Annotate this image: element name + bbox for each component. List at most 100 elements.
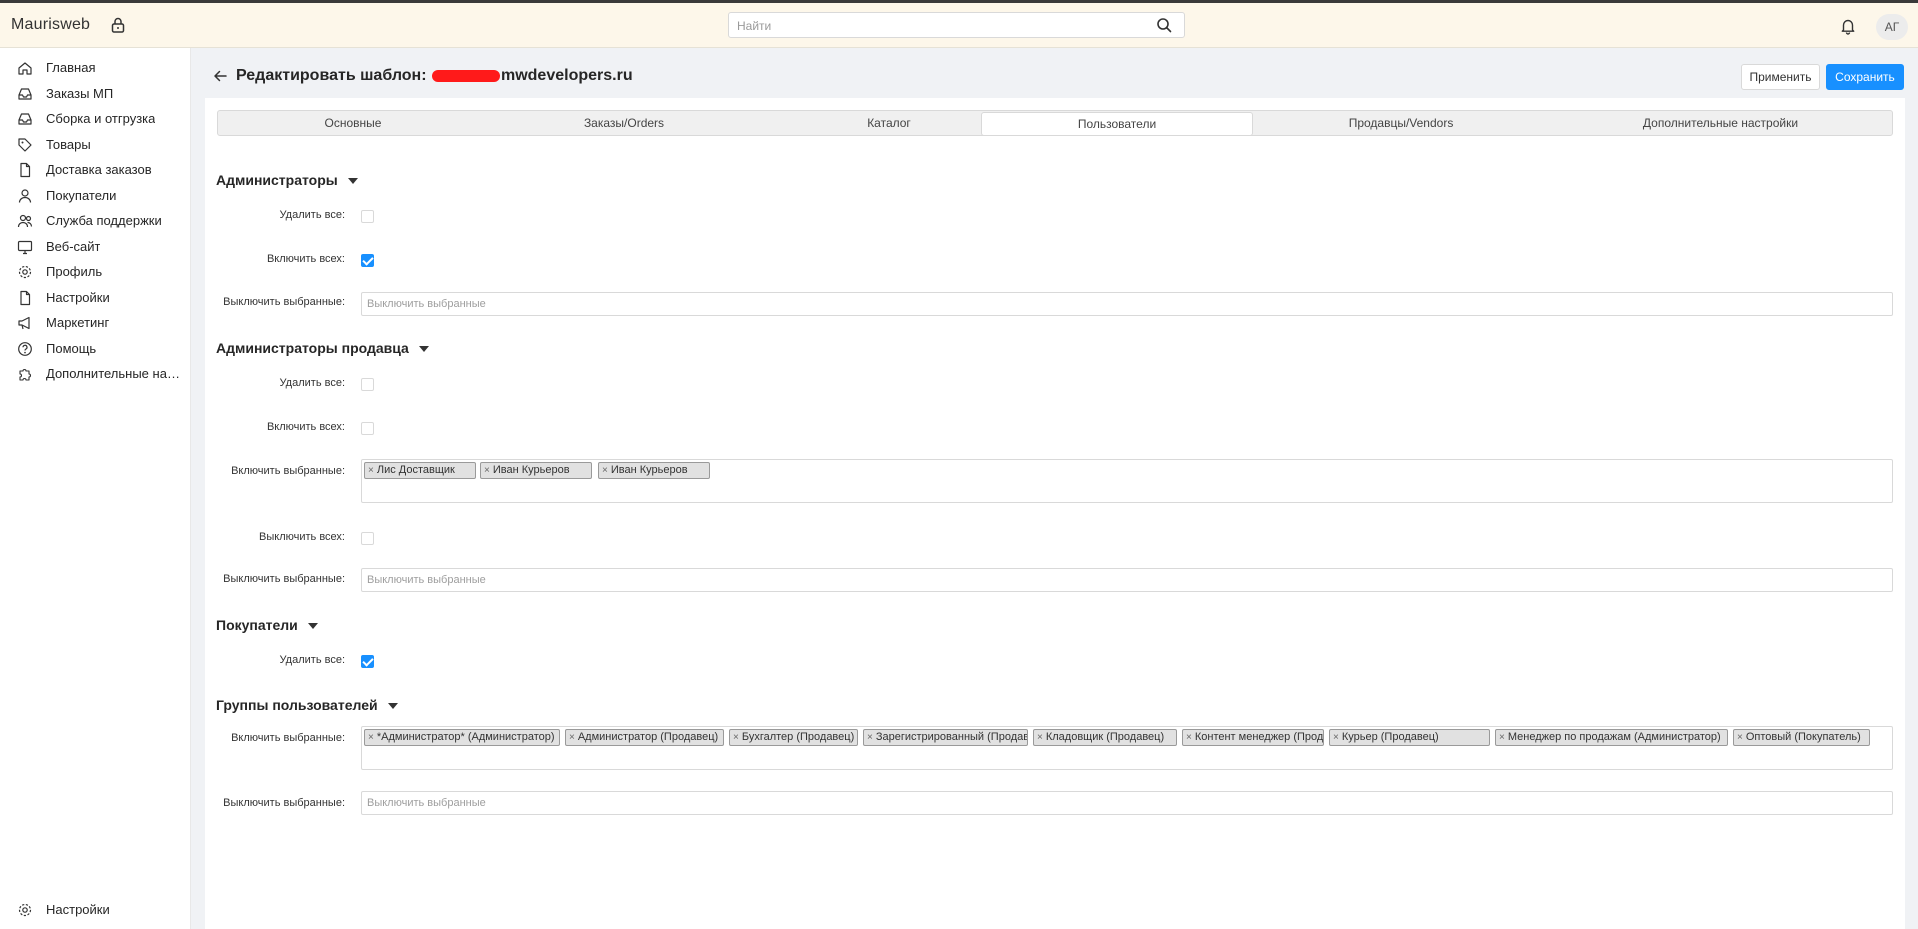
sidebar-item-settings-bottom[interactable]: Настройки	[0, 898, 190, 922]
search-input[interactable]	[735, 14, 1139, 38]
vendor-admins-delete-all-checkbox[interactable]	[361, 378, 374, 391]
page-title-prefix: Редактировать шаблон:	[236, 67, 431, 84]
admins-enable-all-label: Включить всех:	[266, 253, 345, 265]
tab-6[interactable]: Дополнительные настройки	[1549, 112, 1892, 134]
admins-enable-all-checkbox[interactable]	[361, 254, 374, 267]
section-admins-label: Администраторы	[216, 172, 338, 188]
redacted-mark	[431, 69, 500, 82]
remove-tag-icon[interactable]: ×	[602, 465, 608, 476]
vendor-admins-enable-all-checkbox[interactable]	[361, 422, 374, 435]
tab-2[interactable]: Заказы/Orders	[488, 112, 760, 134]
sidebar-item-6[interactable]: Покупатели	[0, 184, 190, 208]
sidebar-item-label: Главная	[46, 60, 96, 75]
search-box	[728, 12, 1185, 38]
gear-icon	[17, 264, 33, 280]
remove-tag-icon[interactable]: ×	[484, 465, 490, 476]
selected-tag: ×Контент менеджер (Продавец)	[1182, 729, 1324, 746]
tab-1[interactable]: Основные	[218, 112, 488, 134]
remove-tag-icon[interactable]: ×	[1333, 732, 1339, 743]
remove-tag-icon[interactable]: ×	[569, 732, 575, 743]
section-user-groups-title[interactable]: Группы пользователей	[216, 697, 398, 713]
sidebar-item-5[interactable]: Доставка заказов	[0, 158, 190, 182]
bell-icon[interactable]	[1839, 17, 1857, 35]
back-arrow-icon[interactable]	[212, 68, 228, 84]
vendor-admins-disable-all-label: Выключить всех:	[259, 531, 345, 543]
vendor-admins-disable-selected-label: Выключить выбранные:	[223, 573, 345, 585]
user-groups-enable-selected-select[interactable]: × *Администратор* (Администратор) × Админис…	[361, 726, 1893, 770]
sidebar-item-4[interactable]: Товары	[0, 133, 190, 157]
section-vendor-admins-label: Администраторы продавца	[216, 340, 409, 356]
remove-tag-icon[interactable]: ×	[1737, 732, 1743, 743]
caret-down-icon	[418, 346, 429, 353]
admins-delete-all-checkbox[interactable]	[361, 210, 374, 223]
monitor-icon	[17, 239, 33, 255]
customers-delete-all-checkbox[interactable]	[361, 655, 374, 668]
vendor-admins-enable-all-label: Включить всех:	[266, 421, 345, 433]
tab-5[interactable]: Продавцы/Vendors	[1253, 112, 1549, 134]
selected-tag: × Иван Курьеров	[598, 462, 710, 479]
section-vendor-admins-title[interactable]: Администраторы продавца	[216, 340, 429, 356]
selected-tag: × Кладовщик (Продавец)	[1033, 729, 1177, 746]
tag-icon	[17, 137, 33, 153]
caret-down-icon	[347, 178, 358, 185]
remove-tag-icon[interactable]: ×	[368, 465, 374, 476]
selected-tag-label: Контент менеджер (Продавец)	[1194, 731, 1324, 743]
vendor-admins-enable-selected-label: Включить выбранные:	[231, 465, 345, 477]
user-icon	[17, 188, 33, 204]
avatar[interactable]: АГ	[1876, 14, 1908, 40]
remove-tag-icon[interactable]: ×	[867, 732, 873, 743]
sidebar-item-label: Служба поддержки	[46, 213, 162, 228]
remove-tag-icon[interactable]: ×	[368, 732, 374, 743]
user-groups-enable-selected-label: Включить выбранные:	[231, 732, 345, 744]
selected-tag: × Бухгалтер (Продавец)	[729, 729, 858, 746]
vendor-admins-disable-selected-input[interactable]	[361, 568, 1893, 592]
sidebar-item-label: Профиль	[46, 264, 103, 279]
admins-disable-selected-label: Выключить выбранные:	[223, 296, 345, 308]
sidebar-item-2[interactable]: Заказы МП	[0, 82, 190, 106]
selected-tag-label: Курьер (Продавец)	[1341, 731, 1439, 743]
sidebar-item-label: Сборка и отгрузка	[46, 111, 156, 126]
selected-tag-label: Иван Курьеров	[610, 464, 688, 476]
brand-logo: Maurisweb	[11, 16, 91, 33]
admins-delete-all-label: Удалить все:	[279, 209, 345, 221]
sidebar-item-1[interactable]: Главная	[0, 56, 190, 80]
sidebar-item-13[interactable]: Дополнительные нас...	[0, 362, 190, 386]
sidebar-item-9[interactable]: Профиль	[0, 260, 190, 284]
customers-delete-all-label: Удалить все:	[279, 654, 345, 666]
remove-tag-icon[interactable]: ×	[1037, 732, 1043, 743]
search-icon[interactable]	[1156, 17, 1172, 33]
sidebar-item-8[interactable]: Веб-сайт	[0, 235, 190, 259]
lock-icon[interactable]	[109, 16, 127, 34]
selected-tag-label: Оптовый (Покупатель)	[1745, 731, 1861, 743]
selected-tag-label: Лис Доставщик	[376, 464, 455, 476]
section-admins-title[interactable]: Администраторы	[216, 172, 358, 188]
vendor-admins-disable-all-checkbox[interactable]	[361, 532, 374, 545]
user-groups-disable-selected-input[interactable]	[361, 791, 1893, 815]
sidebar-item-10[interactable]: Настройки	[0, 286, 190, 310]
sidebar-item-3[interactable]: Сборка и отгрузка	[0, 107, 190, 131]
sidebar-item-12[interactable]: Помощь	[0, 337, 190, 361]
remove-tag-icon[interactable]: ×	[1186, 732, 1192, 743]
selected-tag: × Курьер (Продавец)	[1329, 729, 1490, 746]
remove-tag-icon[interactable]: ×	[1499, 732, 1505, 743]
sidebar-item-label: Маркетинг	[46, 315, 110, 330]
selected-tag: × Лис Доставщик	[364, 462, 476, 479]
sidebar-item-7[interactable]: Служба поддержки	[0, 209, 190, 233]
remove-tag-icon[interactable]: ×	[733, 732, 739, 743]
save-button[interactable]: Сохранить	[1826, 64, 1904, 90]
sidebar-item-label: Заказы МП	[46, 86, 114, 101]
sidebar-item-label: Дополнительные нас...	[46, 366, 181, 381]
megaphone-icon	[17, 315, 33, 331]
tab-4[interactable]: Пользователи	[981, 112, 1253, 136]
selected-tag-label: Администратор (Продавец)	[577, 731, 719, 743]
sidebar-item-11[interactable]: Маркетинг	[0, 311, 190, 335]
page-title-domain: mwdevelopers.ru	[500, 67, 633, 84]
admins-disable-selected-input[interactable]	[361, 292, 1893, 316]
vendor-admins-enable-selected-select[interactable]: × Лис Доставщик × Иван Курьеров × Иван Курьер…	[361, 459, 1893, 503]
selected-tag: ×Зарегистрированный (Продавец)	[863, 729, 1028, 746]
section-customers-title[interactable]: Покупатели	[216, 617, 318, 633]
apply-button[interactable]: Применить	[1741, 64, 1820, 90]
gear-icon	[17, 902, 33, 918]
sidebar-item-label: Настройки	[46, 902, 110, 917]
sidebar-item-label: Веб-сайт	[46, 239, 101, 254]
